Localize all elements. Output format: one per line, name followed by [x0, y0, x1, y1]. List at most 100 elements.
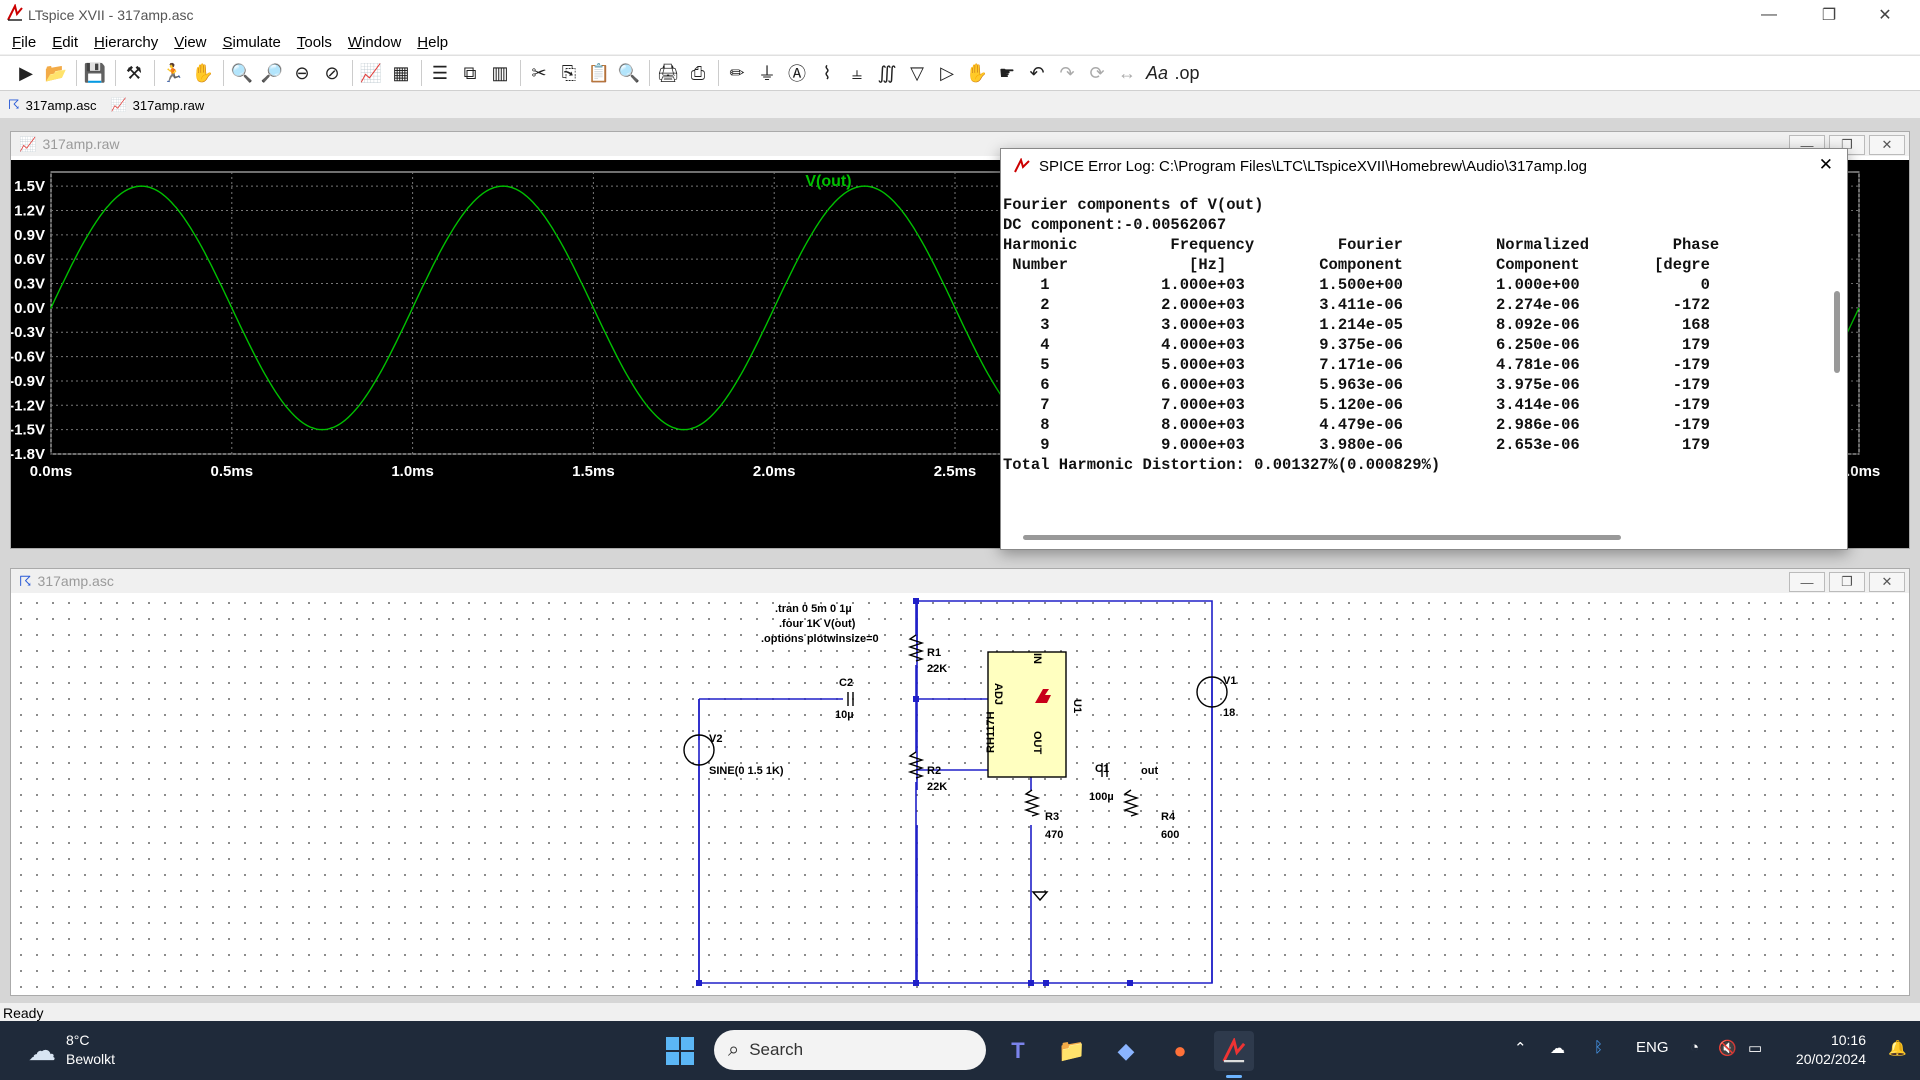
notifications-button[interactable]: 🔔 — [1888, 1039, 1907, 1057]
menu-edit[interactable]: Edit — [44, 34, 86, 51]
open-button[interactable]: 📂 — [42, 59, 70, 87]
taskbar-search[interactable]: ⌕ Search — [714, 1030, 986, 1070]
cascade-button[interactable]: ⧉ — [456, 59, 484, 87]
print-preview-button[interactable]: ⎙ — [684, 59, 712, 87]
schematic-minimize-button[interactable]: — — [1789, 572, 1825, 592]
v1-label[interactable]: V1 — [1223, 675, 1236, 687]
c1-value[interactable]: 100µ — [1089, 791, 1114, 803]
firefox-app[interactable]: ● — [1160, 1031, 1200, 1071]
r4-label[interactable]: R4 — [1161, 811, 1175, 823]
cut-button[interactable]: ✂ — [525, 59, 553, 87]
resistor-button[interactable]: ⌇ — [813, 59, 841, 87]
c2-label[interactable]: C2 — [839, 677, 853, 689]
show-hidden-icons-button[interactable]: ⌃ — [1514, 1039, 1527, 1057]
menu-hierarchy[interactable]: Hierarchy — [86, 34, 166, 51]
mirror-button[interactable]: ↔ — [1113, 59, 1141, 87]
r2-value[interactable]: 22K — [927, 781, 947, 793]
copilot-app[interactable]: ◆ — [1106, 1031, 1146, 1071]
redo-button[interactable]: ↷ — [1053, 59, 1081, 87]
print-button[interactable]: 🖨 — [654, 59, 682, 87]
u1-label[interactable]: U1 — [1071, 699, 1083, 713]
error-log-horizontal-scrollbar[interactable] — [1019, 533, 1829, 541]
diode-button[interactable]: ▽ — [903, 59, 931, 87]
teams-app[interactable]: T — [998, 1031, 1038, 1071]
c1-label[interactable]: C1 — [1095, 763, 1109, 775]
grid-button[interactable]: ▦ — [387, 59, 415, 87]
error-log-vertical-scrollbar[interactable] — [1831, 185, 1843, 525]
menu-window[interactable]: Window — [340, 34, 409, 51]
tile-horizontal-button[interactable]: ☰ — [426, 59, 454, 87]
error-log-titlebar[interactable]: SPICE Error Log: C:\Program Files\LTC\LT… — [1001, 149, 1847, 183]
copy-button[interactable]: ⎘ — [555, 59, 583, 87]
scroll-thumb[interactable] — [1023, 535, 1621, 540]
run-button[interactable]: 🏃 — [159, 59, 187, 87]
maximize-button[interactable]: ❐ — [1806, 0, 1852, 30]
four-directive[interactable]: .four 1K V(out) — [779, 618, 855, 630]
tile-vertical-button[interactable]: ▥ — [486, 59, 514, 87]
text-button[interactable]: Aa — [1143, 59, 1171, 87]
drag-button[interactable]: ☛ — [993, 59, 1021, 87]
r2-label[interactable]: R2 — [927, 765, 941, 777]
tab-waveform[interactable]: 📈 317amp.raw — [110, 97, 204, 113]
rotate-button[interactable]: ⟳ — [1083, 59, 1111, 87]
r3-label[interactable]: R3 — [1045, 811, 1059, 823]
file-explorer-app[interactable]: 📁 — [1052, 1031, 1092, 1071]
error-log-close-button[interactable]: ✕ — [1819, 155, 1833, 175]
minimize-button[interactable]: — — [1746, 0, 1792, 30]
v2-label[interactable]: V2 — [709, 733, 722, 745]
scroll-thumb[interactable] — [1834, 291, 1840, 373]
r4-value[interactable]: 600 — [1161, 829, 1179, 841]
r1-value[interactable]: 22K — [927, 663, 947, 675]
new-schematic-button[interactable]: ▶ — [12, 59, 40, 87]
component-button[interactable]: ▷ — [933, 59, 961, 87]
waveform-close-button[interactable]: ✕ — [1869, 135, 1905, 155]
tran-directive[interactable]: .tran 0 5m 0 1µ — [775, 603, 852, 615]
inductor-button[interactable]: ∭ — [873, 59, 901, 87]
weather-widget[interactable]: ☁ 8°C Bewolkt — [28, 1031, 115, 1069]
options-directive[interactable]: .options plotwinsize=0 — [761, 633, 879, 645]
menu-view[interactable]: View — [166, 34, 214, 51]
trace-label[interactable]: V(out) — [805, 173, 851, 190]
save-button[interactable]: 💾 — [81, 59, 109, 87]
v1-value[interactable]: 18 — [1223, 707, 1235, 719]
u1-part[interactable]: RH117H — [985, 711, 997, 753]
schematic-restore-button[interactable]: ❐ — [1829, 572, 1865, 592]
error-log-text[interactable]: Fourier components of V(out) DC component… — [1003, 183, 1833, 523]
menu-help[interactable]: Help — [409, 34, 456, 51]
control-panel-button[interactable]: ⚒ — [120, 59, 148, 87]
net-label-out[interactable]: out — [1141, 765, 1158, 777]
find-button[interactable]: 🔍 — [615, 59, 643, 87]
spice-directive-button[interactable]: .op — [1173, 59, 1201, 87]
move-button[interactable]: ✋ — [963, 59, 991, 87]
label-net-button[interactable]: Ⓐ — [783, 59, 811, 87]
schematic-window-titlebar[interactable]: ☈ 317amp.asc — [11, 569, 1909, 593]
start-button[interactable] — [660, 1031, 700, 1071]
zoom-out-button[interactable]: ⊖ — [288, 59, 316, 87]
network-tray[interactable]: ◔ — [1690, 1039, 1699, 1056]
wire-button[interactable]: ✏ — [723, 59, 751, 87]
ground-button[interactable]: ⏚ — [753, 59, 781, 87]
volume-tray[interactable]: 🔇 — [1718, 1039, 1737, 1057]
zoom-in-button[interactable]: 🔍 — [228, 59, 256, 87]
zoom-fit-button[interactable]: ⊘ — [318, 59, 346, 87]
battery-tray[interactable]: ▭ — [1748, 1039, 1762, 1057]
capacitor-button[interactable]: ⫨ — [843, 59, 871, 87]
undo-button[interactable]: ↶ — [1023, 59, 1051, 87]
r3-value[interactable]: 470 — [1045, 829, 1063, 841]
menu-simulate[interactable]: Simulate — [215, 34, 289, 51]
halt-button[interactable]: ✋ — [189, 59, 217, 87]
r1-label[interactable]: R1 — [927, 647, 941, 659]
clock[interactable]: 10:16 20/02/2024 — [1790, 1031, 1866, 1069]
bluetooth-tray[interactable]: ᛒ — [1594, 1039, 1603, 1056]
menu-tools[interactable]: Tools — [289, 34, 340, 51]
language-indicator[interactable]: ENG — [1636, 1039, 1669, 1056]
v2-value[interactable]: SINE(0 1.5 1K) — [709, 765, 784, 777]
schematic-close-button[interactable]: ✕ — [1869, 572, 1905, 592]
autorange-button[interactable]: 📈 — [357, 59, 385, 87]
pan-button[interactable]: 🔎 — [258, 59, 286, 87]
tab-schematic[interactable]: ☈ 317amp.asc — [8, 97, 96, 113]
close-button[interactable]: ✕ — [1862, 0, 1908, 30]
schematic-canvas[interactable]: .tran 0 5m 0 1µ .four 1K V(out) .options… — [13, 595, 1907, 991]
menu-file[interactable]: File — [4, 34, 44, 51]
ltspice-app[interactable] — [1214, 1031, 1254, 1071]
